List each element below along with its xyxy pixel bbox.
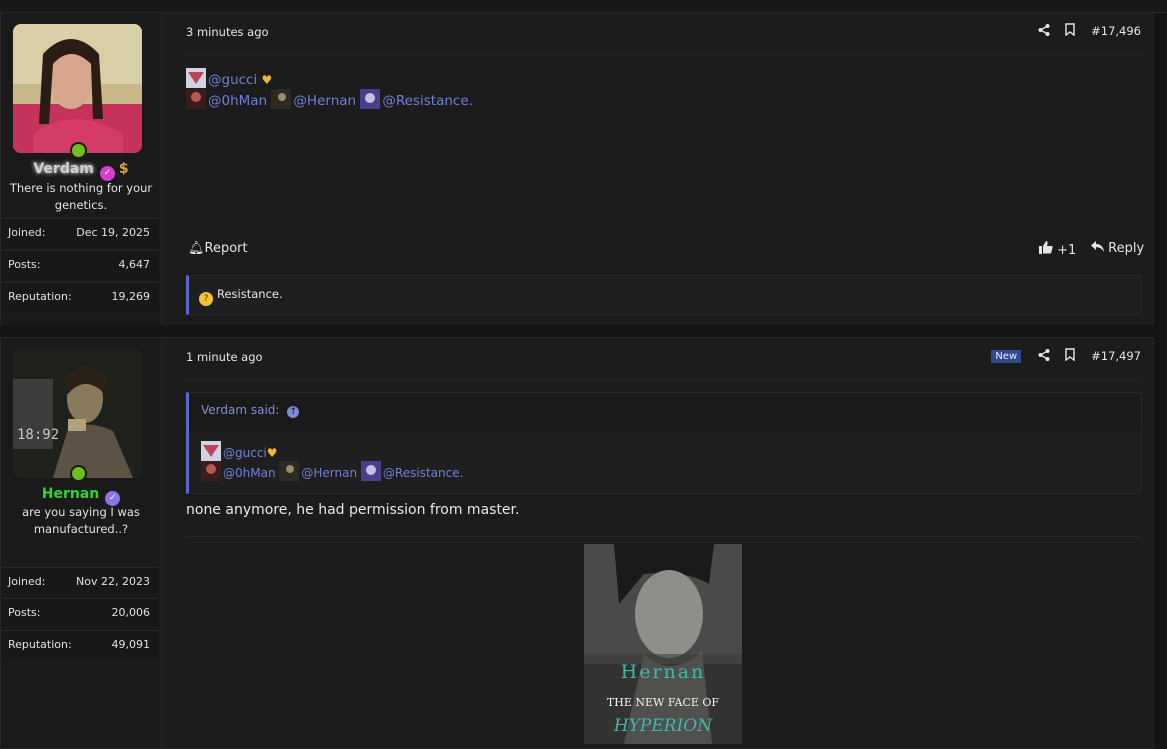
quote-body: @gucci♥ @0hMan @Hernan @Resistance.: [189, 431, 1141, 493]
quote-author-link[interactable]: Verdam said: ↑: [201, 403, 300, 418]
stat-value: Nov 22, 2023: [76, 575, 150, 588]
like-count: +1: [1057, 243, 1077, 258]
online-indicator: [70, 465, 87, 482]
stat-value: 19,269: [111, 290, 151, 303]
embedded-poster-image[interactable]: Hernan THE NEW FACE OF HYPERION: [584, 544, 742, 744]
poster-subtitle: THE NEW FACE OF: [606, 696, 720, 709]
mention-line-1: @gucci ♥: [186, 68, 272, 88]
share-icon[interactable]: [1031, 23, 1057, 39]
resistance-mini-avatar: [360, 89, 381, 109]
post-number[interactable]: #17,497: [1091, 349, 1141, 363]
quote-mention-line-2: @0hMan @Hernan @Resistance.: [201, 461, 463, 481]
stat-label: Joined:: [8, 575, 46, 588]
stat-label: Joined:: [8, 226, 46, 239]
post-body: none anymore, he had permission from mas…: [186, 502, 520, 518]
dollar-icon: $: [118, 161, 129, 177]
stat-posts: Posts: 4,647: [1, 250, 159, 279]
username-row: Verdam ✓ $: [1, 161, 161, 181]
mention-resistance[interactable]: @Resistance.: [383, 466, 463, 480]
reaction-bar[interactable]: ? Resistance.: [186, 275, 1142, 315]
mention-gucci[interactable]: @gucci: [223, 446, 267, 460]
stat-value: Dec 19, 2025: [76, 226, 150, 239]
arrow-up-circle-icon: ↑: [287, 406, 300, 418]
user-title: are you saying I was manufactured..?: [22, 505, 140, 536]
reaction-user[interactable]: Resistance.: [217, 287, 283, 301]
post-17496: Verdam ✓ $ There is nothing for your genet…: [0, 12, 1154, 326]
reply-button[interactable]: Reply: [1091, 241, 1144, 256]
gucci-mini-avatar: [186, 68, 206, 88]
stat-joined: Joined: Nov 22, 2023: [1, 567, 159, 596]
new-badge: New: [991, 349, 1022, 363]
thinking-face-icon: ?: [199, 292, 213, 306]
stat-value: 4,647: [118, 258, 151, 271]
username-row: Hernan ✓: [1, 486, 161, 506]
mention-gucci[interactable]: @gucci: [208, 72, 257, 88]
user-panel: Verdam ✓ $ There is nothing for your genet…: [1, 13, 162, 325]
post-time[interactable]: 1 minute ago: [186, 350, 263, 364]
hernan-mini-avatar: [271, 89, 292, 109]
stat-value: 49,091: [111, 638, 151, 651]
quote-author: Verdam said:: [201, 403, 280, 417]
mention-hernan[interactable]: @Hernan: [301, 466, 357, 480]
reply-icon: [1091, 241, 1108, 256]
stat-posts: Posts: 20,006: [1, 598, 159, 627]
heart-icon: ♥: [261, 73, 273, 87]
svg-text:18:92: 18:92: [17, 427, 59, 443]
resistance-mini-avatar: [360, 461, 381, 481]
stat-label: Posts:: [8, 606, 41, 619]
mention-resistance[interactable]: @Resistance.: [382, 93, 473, 109]
avatar[interactable]: 18:92: [13, 349, 142, 478]
0hman-mini-avatar: [201, 461, 221, 481]
thumbs-up-icon: [1039, 241, 1057, 258]
poster-tagline: HYPERION: [613, 716, 713, 736]
share-icon[interactable]: [1031, 348, 1057, 364]
username[interactable]: Hernan: [42, 486, 100, 502]
divider: [186, 536, 1141, 537]
verified-badge-icon: ✓: [99, 166, 115, 181]
user-title: There is nothing for your genetics.: [9, 181, 153, 212]
0hman-mini-avatar: [186, 89, 206, 109]
username[interactable]: Verdam: [33, 161, 94, 177]
divider: [186, 54, 1141, 55]
gucci-mini-avatar: [201, 441, 221, 461]
post-time[interactable]: 3 minutes ago: [186, 25, 269, 39]
reaction-summary: ? Resistance.: [199, 287, 283, 306]
heart-icon: ♥: [266, 446, 278, 460]
mention-0hman[interactable]: @0hMan: [208, 93, 267, 109]
mention-line-2: @0hMan @Hernan @Resistance.: [186, 89, 473, 109]
post-actions-top: New #17,497: [991, 348, 1141, 364]
post-actions-top: #17,496: [1031, 23, 1141, 39]
user-panel: 18:92 Hernan ✓ are you saying I was manuf…: [1, 338, 162, 748]
stat-label: Posts:: [8, 258, 41, 271]
stat-reputation: Reputation: 19,269: [1, 282, 159, 311]
stat-label: Reputation:: [8, 638, 72, 651]
quote-block: Verdam said: ↑ @gucci♥ @0hMan @Hernan @R…: [186, 392, 1142, 494]
stat-label: Reputation:: [8, 290, 72, 303]
post-separator: [0, 325, 1167, 336]
bookmark-icon[interactable]: [1057, 23, 1083, 39]
reply-label: Reply: [1108, 241, 1145, 256]
stat-joined: Joined: Dec 19, 2025: [1, 218, 159, 247]
divider: [186, 379, 1141, 380]
stat-reputation: Reputation: 49,091: [1, 630, 159, 659]
bell-icon: 🔔︎: [188, 241, 205, 256]
poster-title: Hernan: [620, 661, 706, 683]
avatar[interactable]: [13, 24, 142, 153]
quote-mention-line-1: @gucci♥: [201, 441, 278, 461]
report-button[interactable]: 🔔︎Report: [188, 241, 248, 256]
online-indicator: [70, 142, 87, 159]
mention-0hman[interactable]: @0hMan: [223, 466, 276, 480]
post-17497: 18:92 Hernan ✓ are you saying I was manuf…: [0, 337, 1154, 749]
bookmark-icon[interactable]: [1057, 348, 1083, 364]
report-label: Report: [204, 241, 248, 256]
mention-hernan[interactable]: @Hernan: [293, 93, 356, 109]
stat-value: 20,006: [111, 606, 151, 619]
hernan-mini-avatar: [279, 461, 300, 481]
like-button[interactable]: +1: [1039, 241, 1076, 258]
post-number[interactable]: #17,496: [1091, 24, 1141, 38]
